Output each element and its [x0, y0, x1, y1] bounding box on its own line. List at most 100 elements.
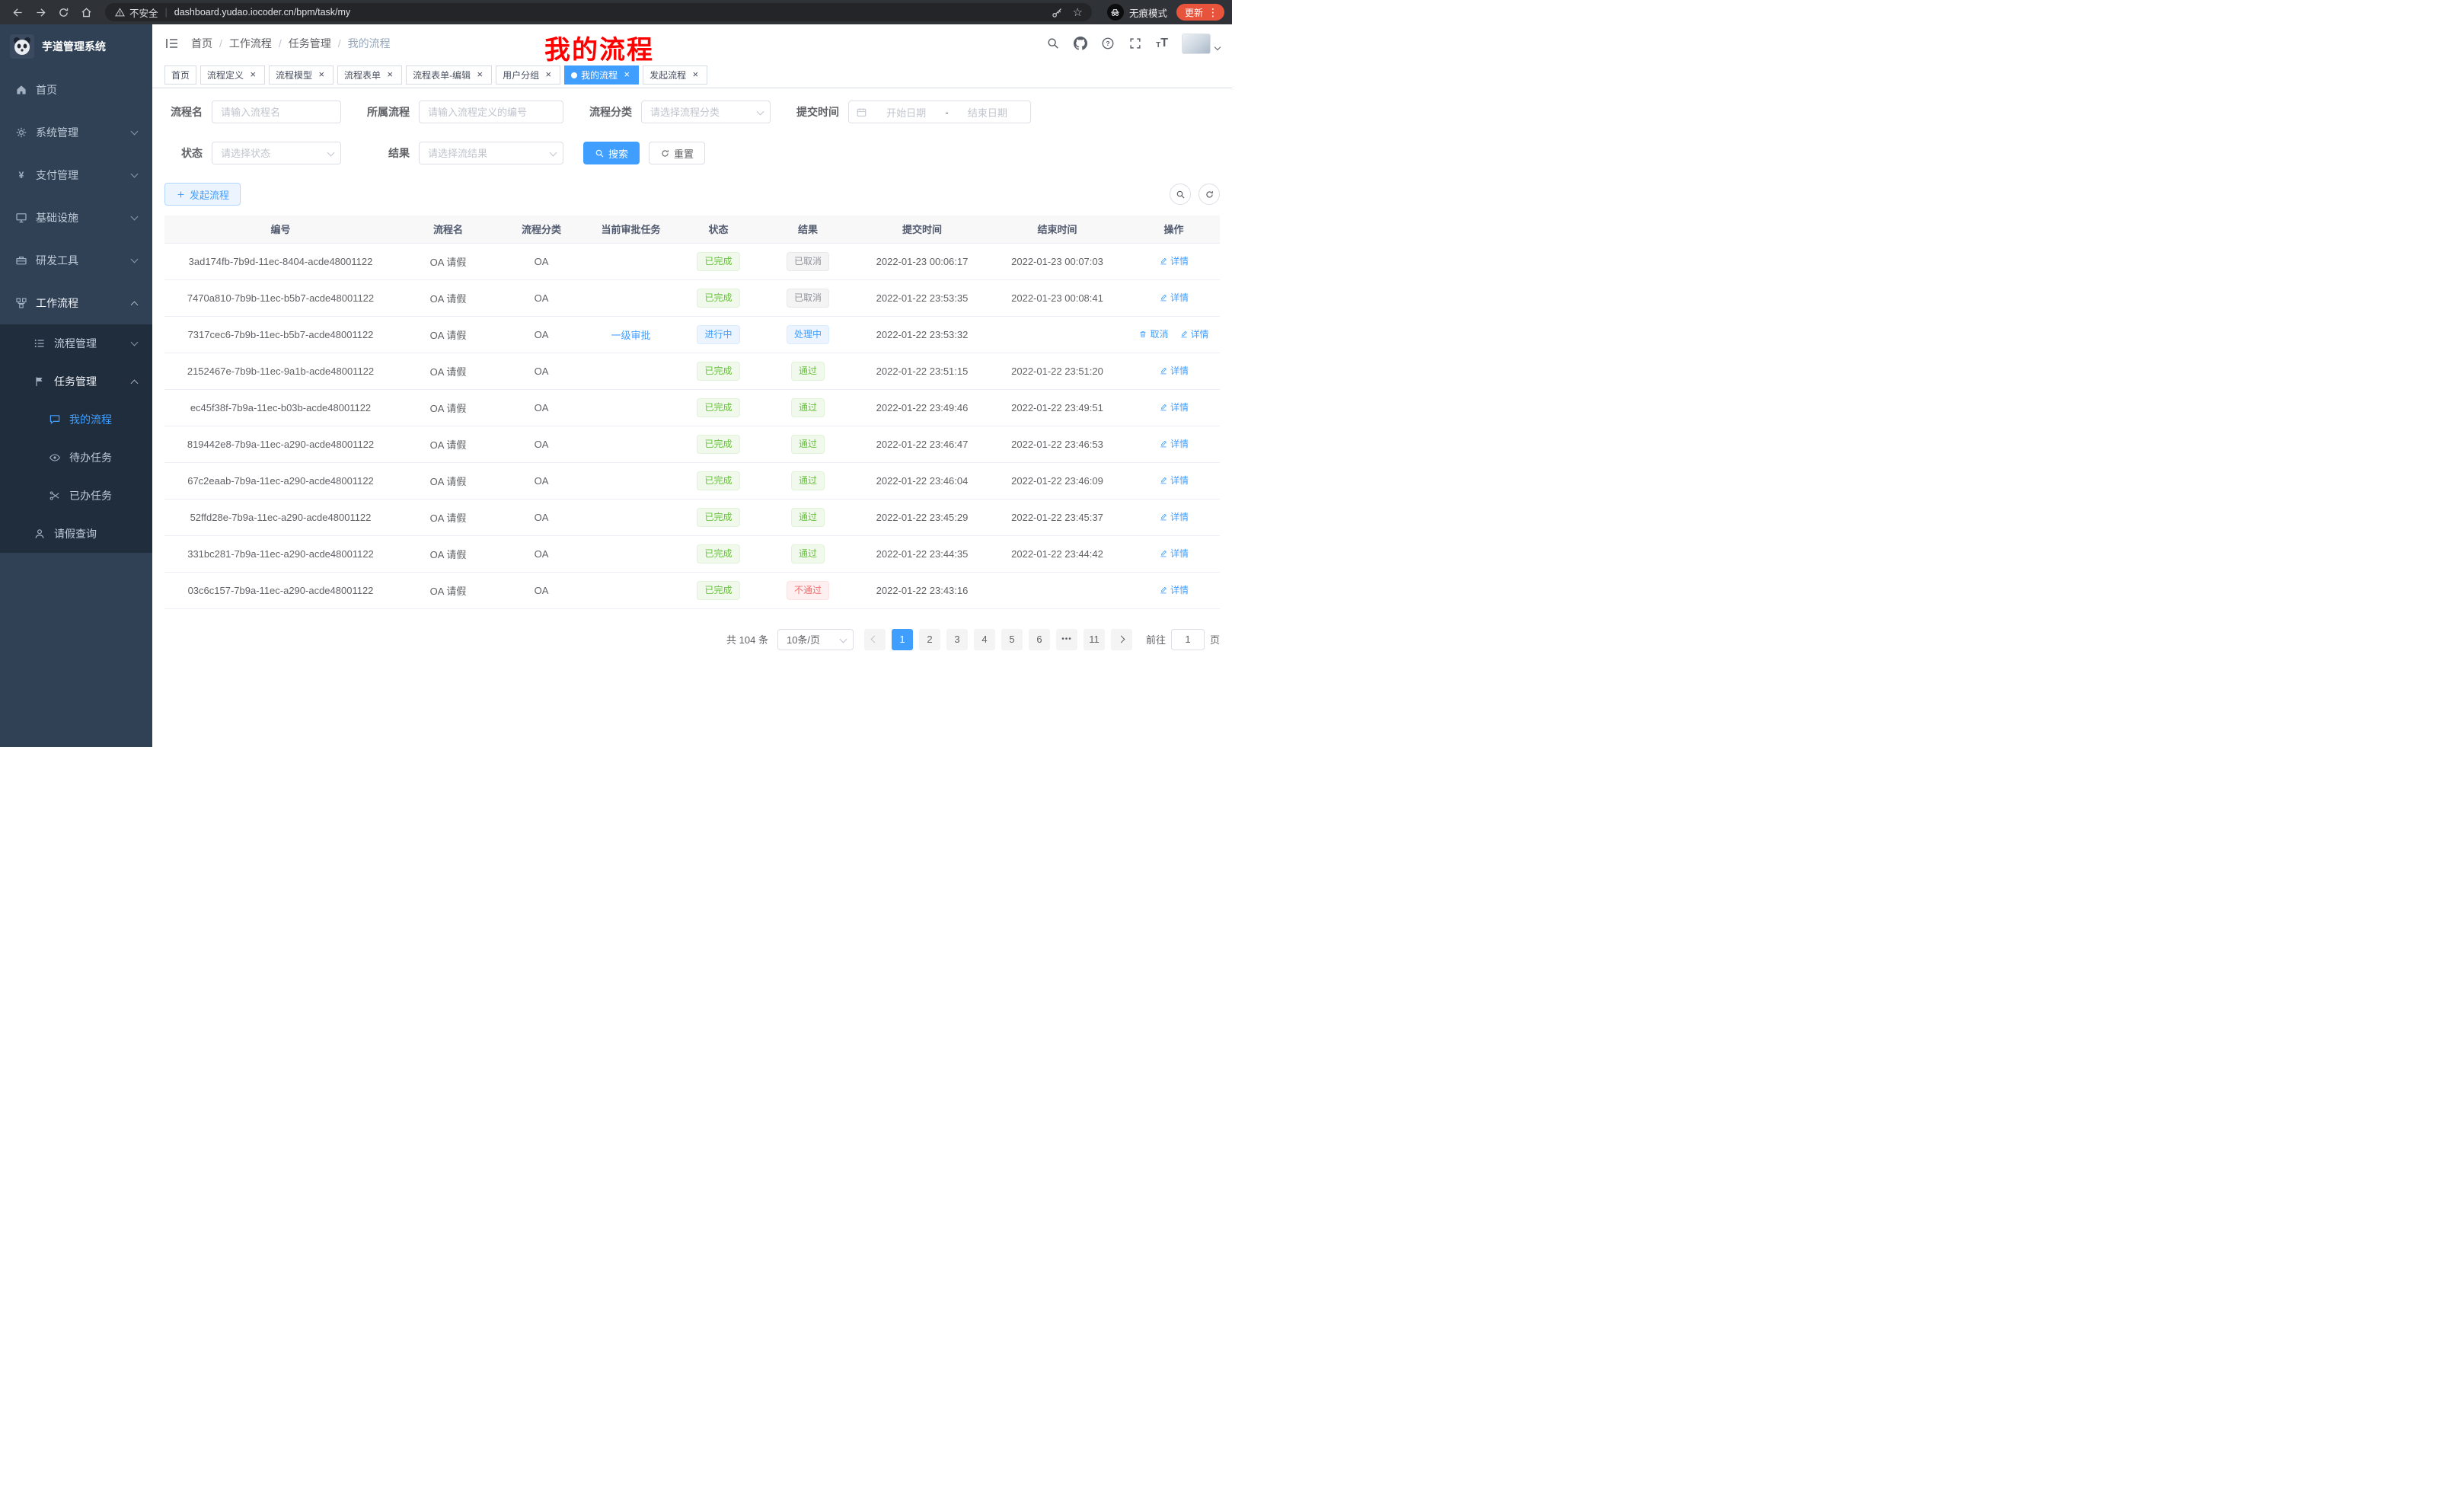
sidebar-item-done-tasks[interactable]: 已办任务	[0, 477, 152, 515]
result-select[interactable]	[419, 142, 563, 164]
status-tag: 已完成	[697, 581, 739, 600]
sidebar-menu: 首页系统管理¥支付管理基础设施研发工具工作流程流程管理任务管理我的流程待办任务已…	[0, 69, 152, 553]
submit-time-range-picker[interactable]: 开始日期 - 结束日期	[848, 101, 1031, 123]
close-icon[interactable]: ×	[690, 70, 701, 81]
home-icon	[15, 84, 27, 96]
result-tag: 通过	[791, 398, 825, 417]
detail-action-link[interactable]: 详情	[1159, 474, 1189, 487]
github-icon[interactable]	[1074, 37, 1087, 50]
fullscreen-icon[interactable]	[1128, 37, 1142, 50]
detail-action-link[interactable]: 详情	[1159, 583, 1189, 596]
search-icon[interactable]	[1046, 37, 1060, 50]
cell-process-name: OA 请假	[397, 279, 500, 316]
reset-button[interactable]: 重置	[649, 142, 705, 164]
tab-process-definition[interactable]: 流程定义×	[200, 65, 265, 85]
browser-update-button[interactable]: 更新 ⋮	[1176, 4, 1224, 21]
detail-action-link[interactable]: 详情	[1159, 437, 1189, 450]
cancel-action-link[interactable]: 取消	[1138, 327, 1168, 340]
page-ellipsis-button[interactable]: •••	[1056, 629, 1077, 650]
page-button-5[interactable]: 5	[1001, 629, 1023, 650]
back-button[interactable]	[8, 2, 27, 22]
tab-home[interactable]: 首页	[164, 65, 196, 85]
close-icon[interactable]: ×	[474, 70, 485, 81]
start-process-button[interactable]: 发起流程	[164, 183, 241, 206]
category-select[interactable]	[641, 101, 771, 123]
help-icon[interactable]: ?	[1101, 37, 1115, 50]
close-icon[interactable]: ×	[247, 70, 258, 81]
kebab-menu-icon[interactable]: ⋮	[1205, 7, 1221, 18]
search-button[interactable]: 搜索	[583, 142, 640, 164]
bookmark-star-icon[interactable]: ☆	[1073, 7, 1083, 18]
sidebar-item-payment[interactable]: ¥支付管理	[0, 154, 152, 196]
detail-action-link[interactable]: 详情	[1159, 291, 1189, 304]
sidebar-toggle-icon[interactable]	[164, 36, 180, 51]
next-page-button[interactable]	[1111, 629, 1132, 650]
breadcrumb-item-workflow[interactable]: 工作流程	[229, 36, 272, 51]
cell-current-task	[583, 279, 678, 316]
tab-process-form[interactable]: 流程表单×	[337, 65, 402, 85]
page-size-select[interactable]	[777, 629, 854, 650]
detail-action-link[interactable]: 详情	[1159, 510, 1189, 523]
sidebar-item-workflow[interactable]: 工作流程	[0, 282, 152, 324]
cell-actions: 详情	[1128, 499, 1220, 535]
chevron-down-icon	[131, 338, 139, 346]
toggle-search-button[interactable]	[1170, 184, 1191, 205]
page-button-1[interactable]: 1	[892, 629, 913, 650]
cell-process-id: 03c6c157-7b9a-11ec-a290-acde48001122	[164, 572, 397, 608]
sidebar-item-home[interactable]: 首页	[0, 69, 152, 111]
sidebar-item-dev-tools[interactable]: 研发工具	[0, 239, 152, 282]
sidebar-item-process-manage[interactable]: 流程管理	[0, 324, 152, 362]
detail-action-link[interactable]: 详情	[1179, 327, 1209, 340]
status-select[interactable]	[212, 142, 341, 164]
refresh-table-button[interactable]	[1198, 184, 1220, 205]
close-icon[interactable]: ×	[543, 70, 554, 81]
address-bar[interactable]: 不安全 | dashboard.yudao.iocoder.cn/bpm/tas…	[105, 3, 1092, 21]
sidebar-item-infrastructure[interactable]: 基础设施	[0, 196, 152, 239]
process-name-input[interactable]	[212, 101, 341, 123]
parent-process-input[interactable]	[419, 101, 563, 123]
tab-user-group[interactable]: 用户分组×	[496, 65, 560, 85]
page-button-3[interactable]: 3	[946, 629, 968, 650]
category-select-input[interactable]	[641, 101, 771, 123]
chevron-down-icon	[1214, 43, 1221, 49]
result-select-input[interactable]	[419, 142, 563, 164]
tab-process-model[interactable]: 流程模型×	[269, 65, 334, 85]
table-row: 819442e8-7b9a-11ec-a290-acde48001122OA 请…	[164, 426, 1220, 462]
page-button-11[interactable]: 11	[1084, 629, 1105, 650]
tab-my-process[interactable]: 我的流程×	[564, 65, 639, 85]
page-button-6[interactable]: 6	[1029, 629, 1050, 650]
sidebar-item-system[interactable]: 系统管理	[0, 111, 152, 154]
page-button-4[interactable]: 4	[974, 629, 995, 650]
user-avatar-menu[interactable]	[1182, 34, 1220, 54]
reload-button[interactable]	[53, 2, 73, 22]
tab-process-form-edit[interactable]: 流程表单-编辑×	[406, 65, 492, 85]
cell-submit-time: 2022-01-22 23:46:04	[857, 462, 987, 499]
tab-start-process[interactable]: 发起流程×	[643, 65, 707, 85]
app-logo[interactable]: 芋道管理系统	[0, 24, 152, 69]
prev-page-button[interactable]	[864, 629, 886, 650]
current-task-link[interactable]: 一级审批	[611, 330, 650, 341]
sidebar-item-leave-query[interactable]: 请假查询	[0, 515, 152, 553]
detail-action-link[interactable]: 详情	[1159, 401, 1189, 413]
close-icon[interactable]: ×	[316, 70, 327, 81]
detail-action-link[interactable]: 详情	[1159, 364, 1189, 377]
detail-action-link[interactable]: 详情	[1159, 254, 1189, 267]
goto-page-input[interactable]	[1171, 629, 1205, 650]
page-size-value[interactable]	[777, 629, 854, 650]
status-tag: 已完成	[697, 398, 739, 417]
close-icon[interactable]: ×	[621, 70, 632, 81]
home-button[interactable]	[76, 2, 96, 22]
sidebar-item-todo-tasks[interactable]: 待办任务	[0, 439, 152, 477]
sidebar-item-task-manage[interactable]: 任务管理	[0, 362, 152, 401]
status-select-input[interactable]	[212, 142, 341, 164]
detail-action-label: 详情	[1170, 547, 1189, 560]
breadcrumb-item-task-manage[interactable]: 任务管理	[289, 36, 331, 51]
close-icon[interactable]: ×	[385, 70, 395, 81]
sidebar-item-my-process[interactable]: 我的流程	[0, 401, 152, 439]
font-size-icon[interactable]: TT	[1156, 37, 1168, 49]
detail-action-link[interactable]: 详情	[1159, 547, 1189, 560]
password-key-icon[interactable]	[1051, 6, 1064, 19]
page-button-2[interactable]: 2	[919, 629, 940, 650]
forward-button[interactable]	[30, 2, 50, 22]
breadcrumb-item-home[interactable]: 首页	[191, 36, 212, 51]
